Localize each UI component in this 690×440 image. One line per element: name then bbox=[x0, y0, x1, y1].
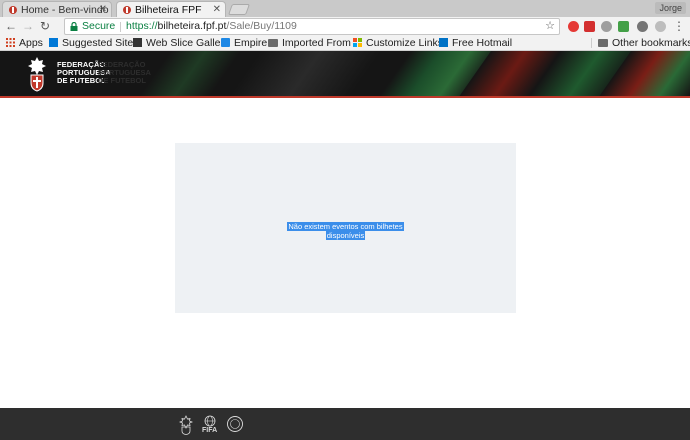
reload-icon[interactable]: ↻ bbox=[38, 19, 52, 33]
apps-grid-icon bbox=[6, 38, 15, 47]
bookmarks-divider bbox=[591, 38, 592, 48]
fpf-favicon-icon bbox=[9, 6, 17, 14]
lock-icon bbox=[70, 22, 78, 31]
folder-icon bbox=[598, 39, 608, 47]
message-line: disponíveis bbox=[325, 231, 366, 240]
bookmark-label: Imported From bbox=[282, 37, 351, 49]
opera-extension-icon[interactable] bbox=[568, 21, 579, 32]
tab-label: Bilheteira FPF bbox=[135, 4, 202, 16]
fpf-favicon-icon bbox=[123, 6, 131, 14]
bookmark-label: Empire bbox=[234, 37, 268, 49]
bing-icon bbox=[49, 38, 58, 47]
adblock-extension-icon[interactable] bbox=[584, 21, 595, 32]
bookmark-apps[interactable]: Apps bbox=[6, 36, 43, 50]
url-path: /Sale/Buy/1109 bbox=[226, 20, 297, 32]
fpf-footer-crest-icon[interactable] bbox=[179, 415, 193, 435]
web-slice-icon bbox=[133, 38, 142, 47]
fpf-crest-icon[interactable] bbox=[26, 55, 48, 93]
gear-extension-icon[interactable] bbox=[655, 21, 666, 32]
address-bar[interactable]: Secure https://bilheteira.fpf.pt/Sale/Bu… bbox=[64, 18, 560, 35]
tab-close-icon[interactable]: ✕ bbox=[99, 2, 107, 17]
bookmark-label: Web Slice Galler bbox=[146, 37, 225, 49]
extension-icon[interactable] bbox=[601, 21, 612, 32]
url-text: https://bilheteira.fpf.pt/Sale/Buy/1109 bbox=[126, 19, 297, 34]
tab-close-icon[interactable]: ✕ bbox=[213, 2, 221, 17]
tab-strip: Home - Bem-vindo à ✕ Bilheteira FPF ✕ Jo… bbox=[0, 0, 690, 17]
url-host: bilheteira.fpf.pt bbox=[157, 20, 227, 32]
bookmark-suggested-sites[interactable]: Suggested Sites bbox=[49, 36, 138, 50]
bookmark-other[interactable]: Other bookmarks bbox=[598, 36, 690, 50]
bookmark-label: Apps bbox=[19, 37, 43, 49]
fifa-label: FIFA bbox=[202, 427, 218, 434]
bookmark-label: Free Hotmail bbox=[452, 37, 513, 49]
message-line: Não existem eventos com bilhetes bbox=[287, 222, 404, 231]
back-arrow-icon[interactable]: ← bbox=[4, 19, 18, 33]
bookmarks-bar: Apps Suggested Sites Web Slice Galler Em… bbox=[0, 36, 690, 51]
bookmark-customize-links[interactable]: Customize Links bbox=[353, 36, 443, 50]
bookmark-free-hotmail[interactable]: Free Hotmail bbox=[439, 36, 512, 50]
bookmark-star-icon[interactable]: ☆ bbox=[545, 19, 555, 34]
org-name-shadow-line: DE FUTEBOL bbox=[98, 76, 146, 85]
windows-icon bbox=[353, 38, 362, 47]
new-tab-button[interactable] bbox=[227, 4, 251, 15]
no-events-message: Não existem eventos com bilhetes disponí… bbox=[175, 222, 516, 240]
bookmark-web-slice[interactable]: Web Slice Galler bbox=[133, 36, 224, 50]
outlook-icon bbox=[439, 38, 448, 47]
secure-label: Secure bbox=[82, 20, 116, 32]
folder-icon bbox=[268, 39, 278, 47]
browser-toolbar: ← → ↻ Secure https://bilheteira.fpf.pt/S… bbox=[0, 17, 690, 36]
bookmark-empire[interactable]: Empire bbox=[221, 36, 267, 50]
site-footer: FIFA bbox=[0, 408, 690, 440]
empire-icon bbox=[221, 38, 230, 47]
menu-kebab-icon[interactable]: ⋮ bbox=[672, 19, 686, 33]
uefa-badge-icon[interactable] bbox=[226, 415, 244, 433]
check-extension-icon[interactable] bbox=[618, 21, 629, 32]
bookmark-label: Other bookmarks bbox=[612, 37, 690, 49]
bookmark-imported-from[interactable]: Imported From bbox=[268, 36, 351, 50]
org-name-shadow: FEDERAÇÃO PORTUGUESA DE FUTEBOL bbox=[98, 61, 151, 85]
bookmark-label: Suggested Sites bbox=[62, 37, 139, 49]
tab-home[interactable]: Home - Bem-vindo à ✕ bbox=[2, 1, 112, 17]
events-panel: Não existem eventos com bilhetes disponí… bbox=[175, 143, 516, 313]
tab-bilheteira[interactable]: Bilheteira FPF ✕ bbox=[116, 1, 226, 17]
url-protocol: https:// bbox=[126, 20, 158, 32]
shield-extension-icon[interactable] bbox=[637, 21, 648, 32]
profile-button[interactable]: Jorge bbox=[655, 2, 686, 14]
omnibox-divider bbox=[120, 22, 121, 32]
bookmark-label: Customize Links bbox=[366, 37, 444, 49]
site-header: FEDERAÇÃO PORTUGUESA DE FUTEBOL FEDERAÇÃ… bbox=[0, 51, 690, 98]
forward-arrow-icon[interactable]: → bbox=[21, 19, 35, 33]
